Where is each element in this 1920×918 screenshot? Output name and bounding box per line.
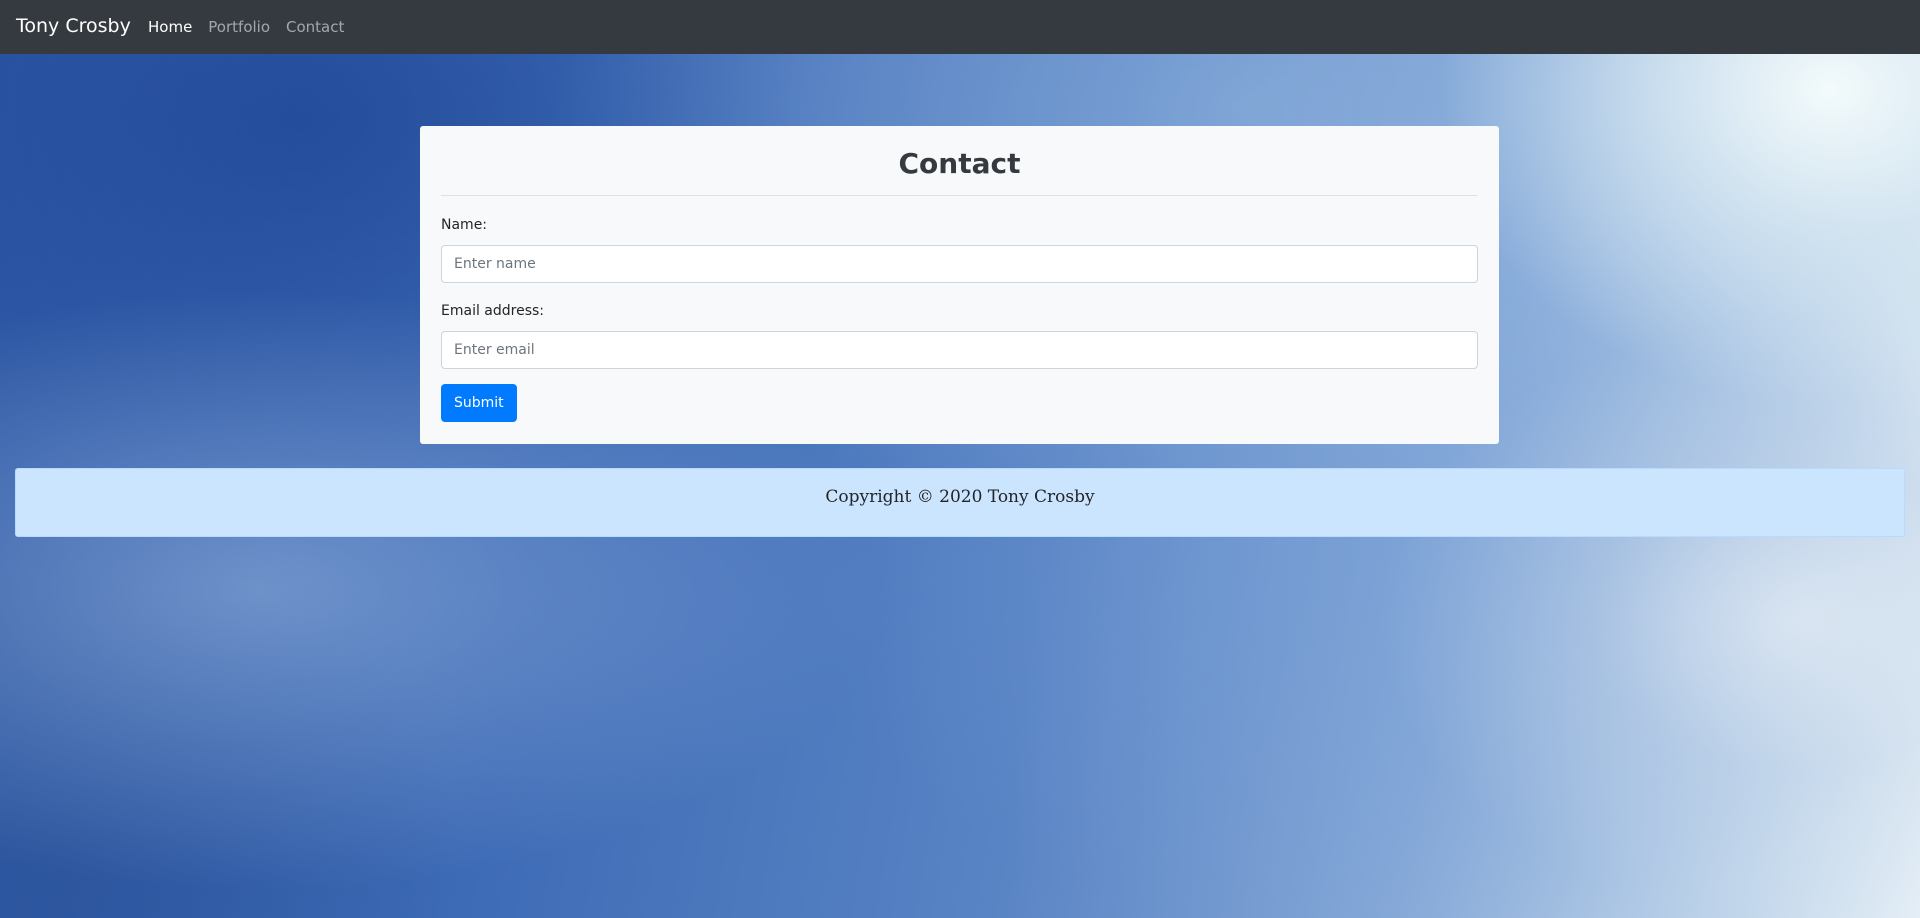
email-input[interactable]: [441, 331, 1478, 369]
footer: Copyright © 2020 Tony Crosby: [15, 468, 1905, 537]
contact-card: Contact Name: Email address: Submit: [420, 126, 1499, 444]
name-label: Name:: [441, 217, 488, 233]
navbar: Tony Crosby Home Portfolio Contact: [0, 0, 1920, 54]
footer-copyright: Copyright © 2020 Tony Crosby: [825, 487, 1095, 507]
contact-title: Contact: [898, 147, 1021, 180]
submit-button[interactable]: Submit: [441, 384, 517, 422]
name-input[interactable]: [441, 245, 1478, 283]
nav-links: Home Portfolio Contact: [148, 17, 344, 37]
nav-link-home[interactable]: Home: [148, 17, 192, 37]
email-label: Email address:: [441, 303, 545, 319]
nav-link-portfolio[interactable]: Portfolio: [208, 17, 270, 37]
navbar-brand[interactable]: Tony Crosby: [16, 14, 131, 38]
nav-link-contact[interactable]: Contact: [286, 17, 344, 37]
title-divider: [441, 195, 1478, 196]
